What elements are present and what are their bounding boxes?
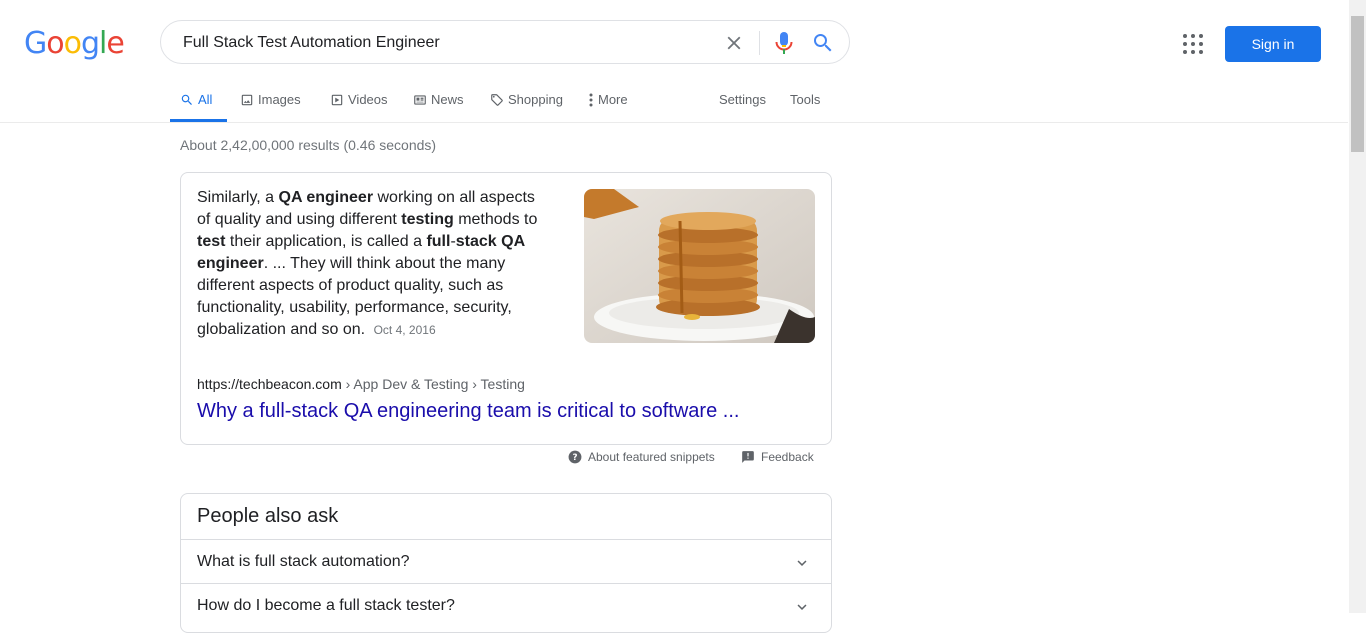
people-also-ask: People also ask What is full stack autom… xyxy=(180,493,832,633)
feedback-label: Feedback xyxy=(761,450,814,464)
tab-videos[interactable]: Videos xyxy=(330,80,388,122)
featured-snippet: Similarly, a QA engineer working on all … xyxy=(180,172,832,445)
sign-in-button[interactable]: Sign in xyxy=(1225,26,1321,62)
feedback-link[interactable]: Feedback xyxy=(741,449,814,465)
search-input[interactable] xyxy=(181,21,705,65)
help-circle-icon: ? xyxy=(568,450,582,464)
tab-label: Images xyxy=(258,92,301,107)
tab-shopping[interactable]: Shopping xyxy=(490,80,563,122)
pancakes-image xyxy=(584,189,815,343)
paa-question-text: What is full stack automation? xyxy=(197,553,410,570)
logo-letter: o xyxy=(46,26,64,61)
page-scrollbar[interactable] xyxy=(1349,0,1366,613)
result-stats: About 2,42,00,000 results (0.46 seconds) xyxy=(180,137,437,153)
search-divider xyxy=(759,31,760,55)
snippet-highlight: QA engineer xyxy=(278,189,374,206)
image-icon xyxy=(241,94,253,105)
about-label: About featured snippets xyxy=(588,450,715,464)
logo-letter: e xyxy=(106,26,124,61)
video-icon xyxy=(331,94,343,105)
snippet-text-part: their application, is called a xyxy=(225,233,427,250)
tab-label: Shopping xyxy=(508,92,563,107)
search-icon xyxy=(814,34,832,52)
about-featured-snippets-link[interactable]: ? About featured snippets xyxy=(568,449,715,465)
apps-grid-icon xyxy=(1183,34,1203,54)
paa-title: People also ask xyxy=(197,505,339,527)
result-title-link[interactable]: Why a full-stack QA engineering team is … xyxy=(197,400,739,423)
snippet-image[interactable] xyxy=(584,189,815,343)
paa-question[interactable]: What is full stack automation? xyxy=(181,539,831,584)
microphone-icon xyxy=(775,32,793,54)
snippet-cite: https://techbeacon.com › App Dev & Testi… xyxy=(197,376,525,392)
tab-all[interactable]: All xyxy=(170,80,227,122)
search-box xyxy=(160,20,850,65)
google-logo[interactable]: Google xyxy=(24,26,125,61)
tab-news[interactable]: News xyxy=(413,80,464,122)
tab-label: Videos xyxy=(348,92,388,107)
close-icon xyxy=(727,36,741,50)
cite-breadcrumb: › App Dev & Testing › Testing xyxy=(341,376,525,392)
tab-images[interactable]: Images xyxy=(240,80,301,122)
logo-letter: l xyxy=(99,26,107,61)
snippet-date: Oct 4, 2016 xyxy=(373,323,436,337)
search-button[interactable] xyxy=(811,31,835,55)
voice-search-button[interactable] xyxy=(773,30,795,56)
snippet-text: Similarly, a QA engineer working on all … xyxy=(197,187,547,341)
paa-question[interactable]: How do I become a full stack tester? xyxy=(181,583,831,628)
snippet-text-part: Similarly, a xyxy=(197,189,279,206)
snippet-highlight: full xyxy=(426,233,451,250)
search-icon xyxy=(181,94,192,105)
chevron-down-icon xyxy=(797,560,807,566)
search-tabs: All Images Videos News Shopping More Set… xyxy=(170,80,870,122)
svg-text:?: ? xyxy=(572,453,577,463)
logo-letter: o xyxy=(63,26,82,61)
snippet-highlight: test xyxy=(197,233,226,250)
logo-letter: g xyxy=(80,26,100,61)
cite-domain: https://techbeacon.com xyxy=(197,376,342,392)
chevron-down-icon xyxy=(797,604,807,610)
snippet-highlight: stack xyxy=(455,233,497,250)
tag-icon xyxy=(491,93,503,106)
news-icon xyxy=(414,94,426,105)
tab-tools[interactable]: Tools xyxy=(790,80,820,122)
snippet-text-part: methods to xyxy=(453,211,538,228)
feedback-icon xyxy=(742,450,754,463)
clear-search-button[interactable] xyxy=(723,32,745,54)
tab-settings[interactable]: Settings xyxy=(719,80,766,122)
google-apps-button[interactable] xyxy=(1182,33,1204,55)
snippet-highlight: testing xyxy=(401,211,454,228)
tab-label: All xyxy=(198,92,213,107)
tab-label: More xyxy=(598,92,628,107)
tabs-divider xyxy=(0,122,1348,123)
logo-letter: G xyxy=(24,26,47,61)
tab-label: News xyxy=(431,92,464,107)
paa-question-text: How do I become a full stack tester? xyxy=(197,597,455,614)
more-vert-icon xyxy=(589,93,593,107)
tab-more[interactable]: More xyxy=(588,80,628,122)
scrollbar-thumb[interactable] xyxy=(1351,16,1364,152)
